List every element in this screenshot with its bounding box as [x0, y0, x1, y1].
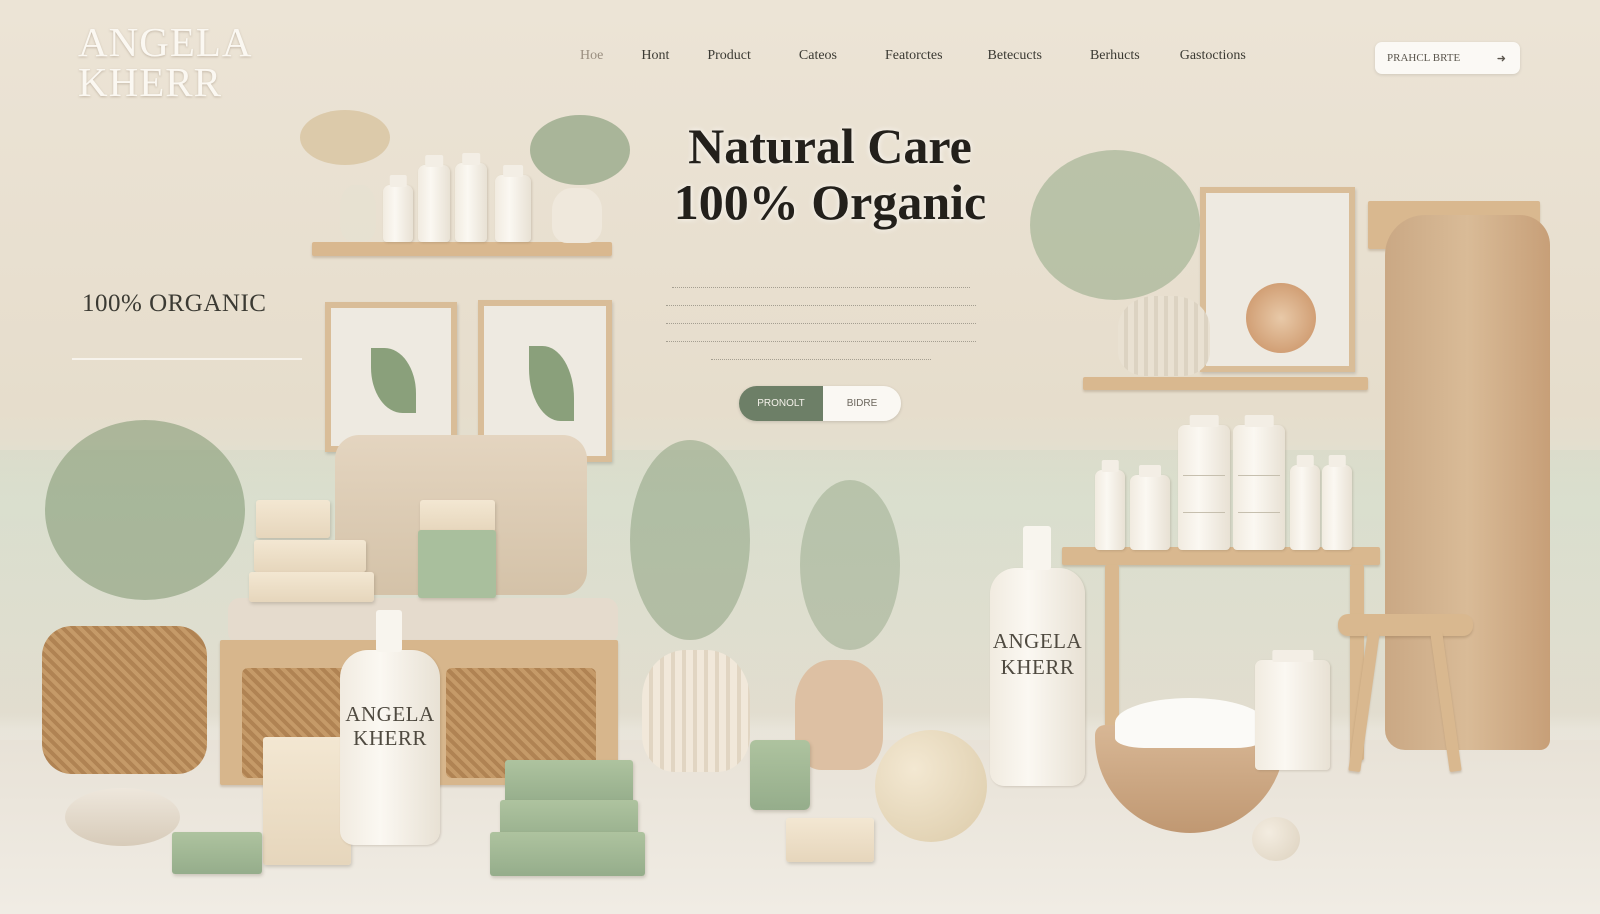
pump-left-brand-line2: KHERR	[353, 726, 427, 750]
organic-tagline: 100% ORGANIC	[82, 290, 267, 317]
table-bottle	[1290, 455, 1320, 550]
hero-description: ​ ​ ​ ​ ​	[666, 270, 976, 360]
bowl-cream	[1115, 698, 1265, 748]
main-nav: Hoe Hont Product Cateos Featorctes Betec…	[580, 48, 1246, 64]
dried-flower	[300, 110, 390, 165]
nav-item-betecucts[interactable]: Betecucts	[988, 48, 1042, 64]
tagline-divider	[72, 358, 302, 360]
table-bottle	[1178, 415, 1230, 550]
nav-item-berhucts[interactable]: Berhucts	[1090, 48, 1140, 64]
shelf-vase	[552, 188, 602, 243]
nav-item-gastoctions[interactable]: Gastoctions	[1180, 48, 1246, 64]
soap-bar	[490, 832, 645, 876]
hero-description-line: ​	[666, 288, 976, 306]
wooden-stool-seat	[1338, 614, 1473, 636]
table-bottle	[1233, 415, 1285, 550]
shelf-bottle	[383, 175, 413, 242]
plant-leaves	[530, 115, 630, 185]
hero-description-line: ​	[666, 306, 976, 324]
logo-line2: KHERR	[78, 59, 222, 105]
hero-cta-group: PRONOLT BIDRE	[739, 386, 901, 421]
pump-bottle-right: ANGELA KHERR	[990, 526, 1085, 786]
nav-item-hont[interactable]: Hont	[641, 48, 669, 64]
botanical-frame	[325, 302, 457, 452]
ribbed-vase	[1118, 296, 1210, 376]
soap-bar	[263, 737, 351, 865]
logo-line1: ANGELA	[78, 19, 253, 65]
soap-bar	[786, 818, 874, 862]
hero-title-line2: 100% Organic	[673, 174, 987, 230]
arrow-right-icon: ➜	[1496, 52, 1506, 65]
shelf-bottle	[418, 155, 450, 242]
floor-basket	[42, 626, 207, 774]
hero-description-line: ​	[711, 342, 931, 360]
plant-leaves	[800, 480, 900, 650]
right-wall-shelf	[1083, 377, 1368, 390]
pump-bottle-left: ANGELA KHERR	[340, 610, 440, 845]
soap-dish	[65, 788, 180, 846]
bench-seat	[228, 598, 618, 644]
hero-title-line1: Natural Care	[688, 118, 972, 174]
nav-item-product[interactable]: Product	[707, 48, 751, 64]
plant-leaves	[1030, 150, 1200, 300]
hero-primary-button[interactable]: PRONOLT	[739, 386, 823, 421]
table-bottle	[1130, 465, 1170, 550]
ribbed-vase	[642, 650, 750, 772]
soap-bar	[505, 760, 633, 804]
bath-ball	[875, 730, 987, 842]
glass-vase	[340, 185, 376, 241]
hero-description-line: ​	[666, 324, 976, 342]
botanical-frame	[1200, 187, 1355, 372]
table-bottle	[1322, 455, 1352, 550]
shelf-bottle	[455, 153, 487, 242]
shelf-bottle	[495, 165, 531, 242]
nav-item-home[interactable]: Hoe	[580, 48, 603, 64]
nav-item-cateos[interactable]: Cateos	[799, 48, 837, 64]
hanging-towel	[1385, 215, 1550, 750]
nav-item-featorctes[interactable]: Featorctes	[885, 48, 943, 64]
soap-box	[418, 530, 496, 598]
nav-cta-label: PRAHCL BRTE	[1387, 52, 1461, 64]
left-wall-shelf	[312, 242, 612, 256]
soap-bar	[420, 500, 495, 532]
table-bottle	[1095, 460, 1125, 550]
nav-cta-button[interactable]: PRAHCL BRTE ➜	[1375, 42, 1520, 74]
soap-bar	[249, 572, 374, 602]
pump-right-brand-line1: ANGELA	[992, 629, 1083, 653]
plant-leaves	[45, 420, 245, 600]
soap-bar	[750, 740, 810, 810]
hero-title: Natural Care 100% Organic	[620, 118, 1040, 230]
pump-right-brand-line2: KHERR	[1000, 655, 1075, 679]
pump-left-brand-line1: ANGELA	[345, 702, 435, 726]
plant-leaves	[630, 440, 750, 640]
brand-logo[interactable]: ANGELA KHERR	[78, 19, 268, 105]
soap-bar	[256, 500, 330, 538]
dropper-bottle	[1255, 650, 1330, 770]
soap-bar	[254, 540, 366, 572]
bath-ball	[1252, 817, 1300, 861]
hero-description-line: ​	[672, 270, 970, 288]
hero-secondary-button[interactable]: BIDRE	[823, 386, 901, 421]
soap-bar	[172, 832, 262, 874]
